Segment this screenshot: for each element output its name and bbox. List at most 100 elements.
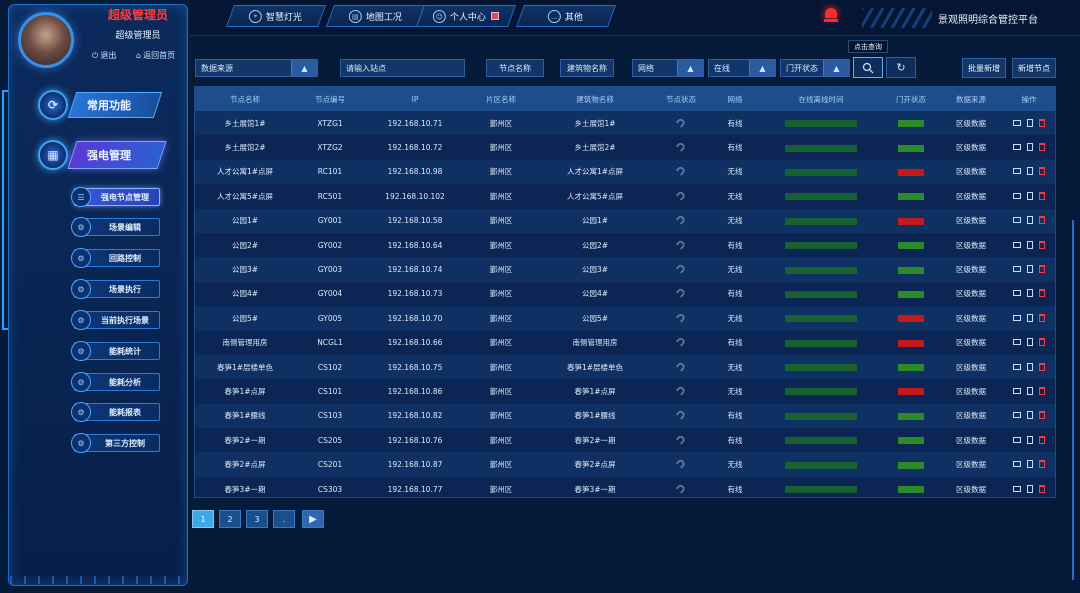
search-button[interactable] xyxy=(853,57,883,78)
table-row[interactable]: 乡土展馆1# XTZG1 192.168.10.71 鄞州区 乡土展馆1# 有线 区级数据 xyxy=(195,111,1055,136)
building-name-input[interactable]: 建筑物名称 xyxy=(560,59,614,77)
online-select[interactable]: 在线 ▲ xyxy=(708,59,776,77)
section-common-functions[interactable]: ⟳ 常用功能 xyxy=(38,90,163,120)
door-status-select[interactable]: 门开状态 ▲ xyxy=(780,59,850,77)
delete-icon[interactable] xyxy=(1039,313,1045,322)
document-icon[interactable] xyxy=(1027,362,1033,371)
page-button-1[interactable]: 1 xyxy=(192,510,214,528)
menu-item-scene-edit[interactable]: ⚙ 场景编辑 xyxy=(71,217,160,237)
site-input[interactable]: 请输入站点 xyxy=(340,59,465,77)
delete-icon[interactable] xyxy=(1039,167,1045,176)
delete-icon[interactable] xyxy=(1039,118,1045,127)
document-icon[interactable] xyxy=(1027,289,1033,298)
document-icon[interactable] xyxy=(1027,167,1033,176)
document-icon[interactable] xyxy=(1027,216,1033,225)
column-header[interactable]: 节点编号 xyxy=(295,87,365,111)
delete-icon[interactable] xyxy=(1039,338,1045,347)
delete-icon[interactable] xyxy=(1039,435,1045,444)
network-select[interactable]: 网络 ▲ xyxy=(632,59,704,77)
delete-icon[interactable] xyxy=(1039,289,1045,298)
document-icon[interactable] xyxy=(1027,411,1033,420)
add-node-button[interactable]: 新增节点 xyxy=(1012,58,1056,78)
menu-item-energy-report[interactable]: ⚙ 能耗报表 xyxy=(71,402,160,422)
table-row[interactable]: 公园2# GY002 192.168.10.64 鄞州区 公园2# 有线 区级数据 xyxy=(195,232,1055,258)
edit-icon[interactable] xyxy=(1013,363,1021,370)
table-row[interactable]: 春笋3#一期 CS303 192.168.10.77 鄞州区 春笋3#一期 有线 区级数据 xyxy=(195,476,1055,497)
logout-link[interactable]: ⏻ 退出 xyxy=(92,50,116,61)
column-header[interactable]: 数据来源 xyxy=(941,87,1001,111)
column-header[interactable]: 网络 xyxy=(709,87,761,111)
page-button-2[interactable]: 2 xyxy=(219,510,241,528)
table-row[interactable]: 春笋2#一期 CS205 192.168.10.76 鄞州区 春笋2#一期 有线 区级数据 xyxy=(195,428,1055,453)
delete-icon[interactable] xyxy=(1039,411,1045,420)
edit-icon[interactable] xyxy=(1013,241,1021,248)
menu-item-scene-execute[interactable]: ⚙ 场景执行 xyxy=(71,279,160,299)
data-source-select[interactable]: 数据来源 ▲ xyxy=(195,59,318,77)
table-row[interactable]: 人才公寓1#点屏 RC101 192.168.10.98 鄞州区 人才公寓1#点屏 无线区… xyxy=(195,159,1055,185)
column-header[interactable]: 节点状态 xyxy=(653,87,709,111)
table-row[interactable]: 春笋1#腰线 CS103 192.168.10.82 鄞州区 春笋1#腰线 有线 区级数据 xyxy=(195,403,1055,429)
table-row[interactable]: 春笋1#层楼单色 CS102 192.168.10.75 鄞州区 春笋1#层楼单色 无线区… xyxy=(195,354,1055,380)
edit-icon[interactable] xyxy=(1013,485,1021,492)
node-name-input[interactable]: 节点名称 xyxy=(486,59,544,77)
document-icon[interactable] xyxy=(1027,265,1033,274)
section-power-management[interactable]: ▦ 强电管理 xyxy=(38,140,167,170)
tab-map-status[interactable]: ▤ 地图工况 xyxy=(325,5,427,27)
alarm-icon[interactable] xyxy=(824,8,838,24)
refresh-button[interactable]: ↻ xyxy=(886,57,916,78)
document-icon[interactable] xyxy=(1027,460,1033,469)
document-icon[interactable] xyxy=(1027,338,1033,347)
delete-icon[interactable] xyxy=(1039,265,1045,274)
document-icon[interactable] xyxy=(1027,191,1033,200)
edit-icon[interactable] xyxy=(1013,168,1021,175)
tab-other[interactable]: … 其他 xyxy=(515,5,617,27)
menu-item-energy-analysis[interactable]: ⚙ 能耗分析 xyxy=(71,372,160,392)
edit-icon[interactable] xyxy=(1013,217,1021,224)
delete-icon[interactable] xyxy=(1039,484,1045,493)
edit-icon[interactable] xyxy=(1013,436,1021,443)
table-row[interactable]: 南侧管理用房 NCGL1 192.168.10.66 鄞州区 南侧管理用房 有线 区级数据 xyxy=(195,330,1055,355)
delete-icon[interactable] xyxy=(1039,460,1045,469)
edit-icon[interactable] xyxy=(1013,339,1021,346)
table-row[interactable]: 公园1# GY001 192.168.10.58 鄞州区 公园1# 无线 区级数据 xyxy=(195,208,1055,233)
edit-icon[interactable] xyxy=(1013,266,1021,273)
menu-item-third-party-control[interactable]: ⚙ 第三方控制 xyxy=(71,433,160,453)
tab-personal-center[interactable]: ☺ 个人中心 xyxy=(415,5,517,27)
edit-icon[interactable] xyxy=(1013,461,1021,468)
next-page-button[interactable]: ▶ xyxy=(302,510,324,528)
edit-icon[interactable] xyxy=(1013,192,1021,199)
menu-item-loop-control[interactable]: ⚙ 回路控制 xyxy=(71,248,160,268)
table-row[interactable]: 公园3# GY003 192.168.10.74 鄞州区 公园3# 无线 区级数据 xyxy=(195,257,1055,282)
table-row[interactable]: 公园5# GY005 192.168.10.70 鄞州区 公园5# 无线 区级数据 xyxy=(195,306,1055,331)
edit-icon[interactable] xyxy=(1013,314,1021,321)
tab-smart-lighting[interactable]: ⌖ 智慧灯光 xyxy=(225,5,327,27)
column-header[interactable]: 在线离线时间 xyxy=(761,87,881,111)
delete-icon[interactable] xyxy=(1039,191,1045,200)
edit-icon[interactable] xyxy=(1013,290,1021,297)
document-icon[interactable] xyxy=(1027,143,1033,152)
table-row[interactable]: 春笋2#点屏 CS201 192.168.10.87 鄞州区 春笋2#点屏 无线 区级数据 xyxy=(195,452,1055,477)
table-row[interactable]: 春笋1#点屏 CS101 192.168.10.86 鄞州区 春笋1#点屏 无线 区级数据 xyxy=(195,379,1055,404)
column-header[interactable]: 节点名称 xyxy=(195,87,295,111)
page-button-3[interactable]: 3 xyxy=(246,510,268,528)
home-link[interactable]: ⌂ 返回首页 xyxy=(136,50,175,61)
column-header[interactable]: IP xyxy=(365,87,465,111)
document-icon[interactable] xyxy=(1027,435,1033,444)
delete-icon[interactable] xyxy=(1039,240,1045,249)
edit-icon[interactable] xyxy=(1013,412,1021,419)
document-icon[interactable] xyxy=(1027,118,1033,127)
menu-item-power-node-management[interactable]: ☰ 强电节点管理 xyxy=(71,187,160,207)
avatar[interactable] xyxy=(18,12,74,68)
page-ellipsis[interactable]: . xyxy=(273,510,295,528)
table-row[interactable]: 公园4# GY004 192.168.10.73 鄞州区 公园4# 有线 区级数据 xyxy=(195,281,1055,307)
document-icon[interactable] xyxy=(1027,240,1033,249)
delete-icon[interactable] xyxy=(1039,216,1045,225)
delete-icon[interactable] xyxy=(1039,386,1045,395)
column-header[interactable]: 操作 xyxy=(1001,87,1055,111)
menu-item-current-scene[interactable]: ⚙ 当前执行场景 xyxy=(71,310,160,330)
column-header[interactable]: 建筑物名称 xyxy=(537,87,653,111)
menu-item-energy-statistics[interactable]: ⚙ 能耗统计 xyxy=(71,341,160,361)
table-row[interactable]: 乡土展馆2# XTZG2 192.168.10.72 鄞州区 乡土展馆2# 有线 区级数据 xyxy=(195,135,1055,160)
delete-icon[interactable] xyxy=(1039,362,1045,371)
edit-icon[interactable] xyxy=(1013,387,1021,394)
